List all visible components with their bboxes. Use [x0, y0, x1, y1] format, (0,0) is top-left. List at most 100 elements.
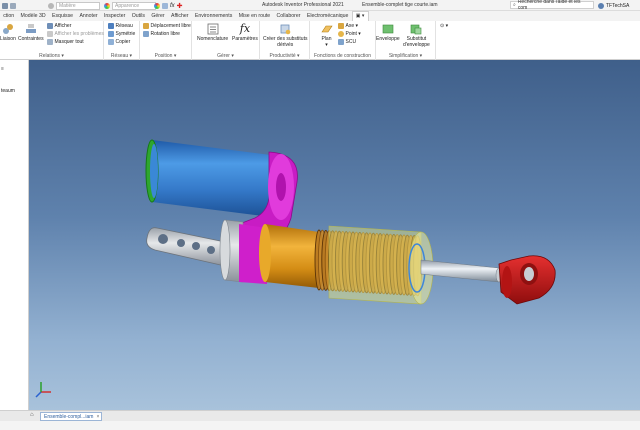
blue-cylinder[interactable] — [145, 139, 279, 218]
panel-reseau: Réseau Symétrie Copier Réseau ▾ — [104, 21, 140, 60]
point-button[interactable]: Point ▾ — [338, 31, 361, 37]
panel-fonctions: Plan ▾ Axe ▾ Point ▾ SCU Fonctions de co… — [310, 21, 376, 60]
axis-triad-icon[interactable] — [35, 382, 51, 398]
tab-6[interactable]: Gérer — [148, 11, 168, 21]
app-title: Autodesk Inventor Professional 2021 — [262, 2, 344, 8]
contraintes-label: Contraintes — [18, 36, 44, 42]
status-bar — [0, 421, 640, 430]
tab-5[interactable]: Outils — [129, 11, 149, 21]
liaison-label: Liaison — [0, 36, 16, 42]
parametres-button[interactable]: fx Paramètres — [232, 22, 258, 43]
panel-label-productivite[interactable]: Productivité ▾ — [260, 53, 309, 59]
rotate-icon — [143, 31, 149, 37]
link-plate[interactable] — [146, 227, 226, 267]
user-name: TFTechSA — [606, 2, 630, 9]
plan-dropdown-icon[interactable]: ▾ — [325, 42, 328, 48]
document-tab[interactable]: Ensemble-compl...iam × — [40, 412, 102, 421]
nomenclature-label: Nomenclature — [197, 36, 229, 42]
plan-button[interactable]: Plan ▾ — [320, 22, 333, 48]
graphics-viewport[interactable] — [29, 60, 640, 410]
tab-1[interactable]: Modèle 3D — [17, 11, 48, 21]
panel-simplification: Enveloppe Substitut d'enveloppe Simplifi… — [376, 21, 436, 60]
red-rod-end[interactable] — [498, 255, 556, 305]
translucent-housing[interactable] — [328, 225, 434, 305]
model-browser[interactable]: teaum ≡ — [0, 60, 29, 410]
plus-icon[interactable]: ✚ — [177, 2, 183, 10]
close-icon[interactable]: × — [96, 414, 99, 420]
appearance-selector[interactable]: Apparence — [104, 1, 156, 10]
masquer-tout-label: Masquer tout — [54, 39, 84, 45]
tab-10[interactable]: Collaborer — [273, 11, 303, 21]
tab-4[interactable]: Inspecter — [101, 11, 129, 21]
help-search[interactable]: ⌕ Recherche dans l'aide et les com — [510, 0, 594, 11]
tab-3[interactable]: Annoter — [76, 11, 101, 21]
document-title: Ensemble-complet tige courte.iam — [362, 2, 438, 8]
tab-2[interactable]: Esquisse — [49, 11, 76, 21]
plane-icon — [320, 22, 333, 35]
enveloppe-label: Enveloppe — [376, 36, 400, 42]
piston-rod[interactable] — [420, 259, 503, 283]
tab-8[interactable]: Environnements — [192, 11, 236, 21]
afficher-button[interactable]: Afficher — [47, 23, 71, 29]
envelope-substitute-icon — [410, 22, 423, 35]
appearance-combo[interactable]: Apparence — [112, 1, 156, 10]
rotation-label: Rotation libre — [150, 31, 180, 37]
material-combo[interactable]: Matière — [56, 1, 100, 10]
orange-cylinder[interactable] — [259, 224, 319, 288]
measure-icon[interactable] — [162, 2, 168, 9]
color-icon[interactable] — [154, 2, 160, 9]
tab-0[interactable]: ction — [0, 11, 17, 21]
symetrie-button[interactable]: Symétrie — [108, 31, 135, 37]
deplacement-libre-button[interactable]: Déplacement libre — [143, 23, 191, 29]
substitut-enveloppe-button[interactable]: Substitut d'enveloppe — [403, 22, 430, 48]
ribbon-options[interactable]: ⊙ ▾ — [440, 23, 448, 29]
copier-button[interactable]: Copier — [108, 39, 130, 45]
copy-icon — [108, 39, 114, 45]
tab-9[interactable]: Mise en route — [236, 11, 274, 21]
panel-label-relations[interactable]: Relations ▾ — [0, 53, 103, 59]
tab-overflow-icon: ▣ ▾ — [355, 13, 365, 19]
nomenclature-button[interactable]: Nomenclature — [197, 22, 228, 42]
assembly-model[interactable] — [29, 60, 640, 410]
point-icon — [338, 31, 344, 37]
masquer-tout-button[interactable]: Masquer tout — [47, 39, 84, 45]
home-icon[interactable]: ⌂ — [30, 412, 34, 418]
function-icon[interactable]: fx — [170, 3, 175, 9]
user-account[interactable]: TFTechSA — [598, 1, 629, 10]
user-icon — [598, 2, 604, 9]
joint-icon — [1, 22, 14, 35]
rotation-libre-button[interactable]: Rotation libre — [143, 31, 180, 37]
tab-7[interactable]: Afficher — [168, 11, 192, 21]
bom-icon — [206, 22, 219, 35]
hide-icon — [47, 39, 53, 45]
document-tab-label: Ensemble-compl...iam — [44, 413, 94, 420]
afficher-label: Afficher — [54, 23, 72, 29]
axis-icon — [338, 23, 344, 29]
panel-label-position[interactable]: Position ▾ — [140, 53, 191, 59]
contraintes-button[interactable]: Contraintes — [18, 22, 44, 42]
tab-overflow[interactable]: ▣ ▾ — [351, 11, 369, 21]
creer-substituts-button[interactable]: Créer des substituts dérivés — [263, 22, 307, 48]
undo-icon[interactable] — [10, 2, 16, 9]
quick-access-toolbar — [2, 1, 16, 10]
afficher-problemes-button[interactable]: Afficher les problèmes — [47, 31, 104, 37]
panel-label-reseau[interactable]: Réseau ▾ — [104, 53, 139, 59]
panel-label-simplification[interactable]: Simplification ▾ — [376, 53, 435, 59]
reseau-button[interactable]: Réseau — [108, 23, 133, 29]
save-icon[interactable] — [2, 2, 8, 9]
axe-label: Axe ▾ — [345, 23, 359, 29]
point-label: Point ▾ — [345, 31, 361, 37]
panel-label-gerer[interactable]: Gérer ▾ — [192, 53, 259, 59]
material-selector[interactable]: Matière — [48, 1, 100, 10]
browser-menu-icon[interactable]: ≡ — [1, 66, 4, 72]
material-icon — [48, 2, 54, 9]
move-icon — [143, 23, 149, 29]
ribbon-tabs: ction Modèle 3D Esquisse Annoter Inspect… — [0, 11, 640, 21]
liaison-button[interactable]: Liaison — [0, 22, 16, 42]
axe-button[interactable]: Axe ▾ — [338, 23, 358, 29]
enveloppe-button[interactable]: Enveloppe — [376, 22, 400, 42]
tab-11[interactable]: Electromécanique — [304, 11, 352, 21]
browser-item[interactable]: teaum — [1, 88, 15, 94]
show-icon — [47, 23, 53, 29]
scu-button[interactable]: SCU — [338, 39, 356, 45]
